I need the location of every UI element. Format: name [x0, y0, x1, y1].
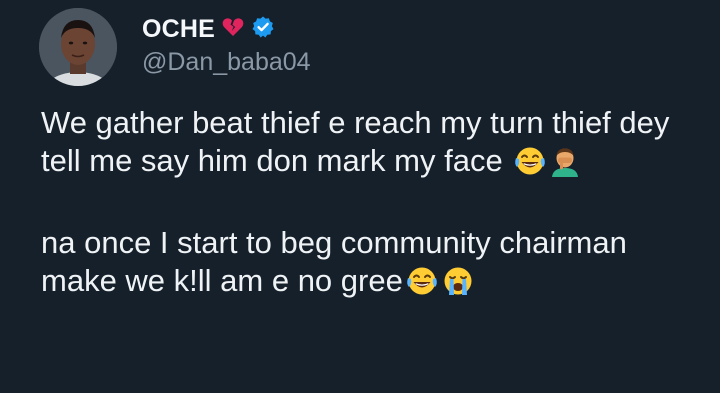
author-handle[interactable]: @Dan_baba04: [142, 48, 311, 77]
author-name-row[interactable]: OCHE: [142, 14, 275, 44]
tweet-paragraph: na once I start to beg community chairma…: [41, 224, 701, 306]
tears-of-joy-icon: [513, 145, 547, 186]
author-display-name[interactable]: OCHE: [142, 15, 215, 44]
broken-heart-icon: [221, 15, 245, 44]
avatar-photo: [39, 8, 117, 86]
man-facepalming-icon: [549, 145, 581, 186]
tweet-card: OCHE @Dan_baba04 We gather beat thief e …: [0, 0, 720, 393]
loudly-crying-icon: [441, 265, 475, 306]
tears-of-joy-icon: [405, 265, 439, 306]
tweet-paragraph-2-text: na once I start to beg community chairma…: [41, 225, 627, 298]
avatar[interactable]: [39, 8, 117, 86]
tweet-paragraph: We gather beat thief e reach my turn thi…: [41, 104, 701, 186]
verified-badge-icon[interactable]: [251, 15, 275, 44]
tweet-body: We gather beat thief e reach my turn thi…: [41, 104, 701, 306]
